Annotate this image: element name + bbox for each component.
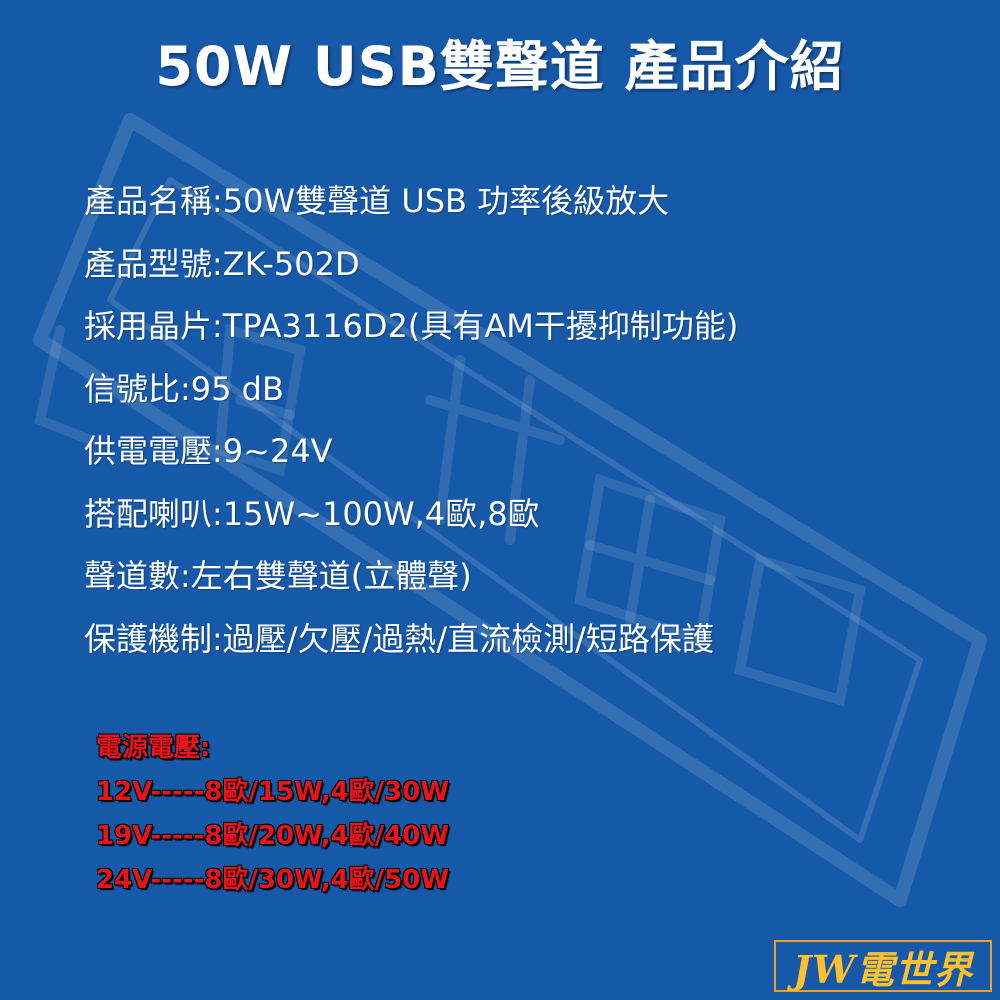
spec-item-product-name: 產品名稱:50W雙聲道 USB 功率後級放大 [84,182,670,220]
power-row: 24V-----8歐/30W,4歐/50W [96,865,450,895]
power-heading: 電源電壓: [96,733,211,763]
power-table: 電源電壓: 12V-----8歐/15W,4歐/30W 19V-----8歐/2… [96,728,449,904]
power-row: 19V-----8歐/20W,4歐/40W [96,821,450,851]
spec-item-model: 產品型號:ZK-502D [84,244,360,283]
spec-item-snr: 信號比:95 dB [84,369,284,408]
power-row: 12V-----8歐/15W,4歐/30W [96,777,450,807]
brand-logo-text: JW電世界 [793,946,973,992]
page-title: 50W USB雙聲道 產品介紹 [155,35,845,98]
spec-list: 產品名稱:50W雙聲道 USB 功率後級放大 產品型號:ZK-502D 採用晶片… [84,176,738,676]
spec-item-protection: 保護機制:過壓/欠壓/過熱/直流檢測/短路保護 [84,619,714,658]
spec-item-chip: 採用晶片:TPA3116D2(具有AM干擾抑制功能) [84,307,739,345]
spec-item-speakers: 搭配喇叭:15W~100W,4歐,8歐 [84,494,540,533]
brand-logo: JW電世界 [774,940,992,992]
spec-item-supply-voltage: 供電電壓:9~24V [84,432,333,470]
spec-item-channels: 聲道數:左右雙聲道(立體聲) [84,557,472,595]
